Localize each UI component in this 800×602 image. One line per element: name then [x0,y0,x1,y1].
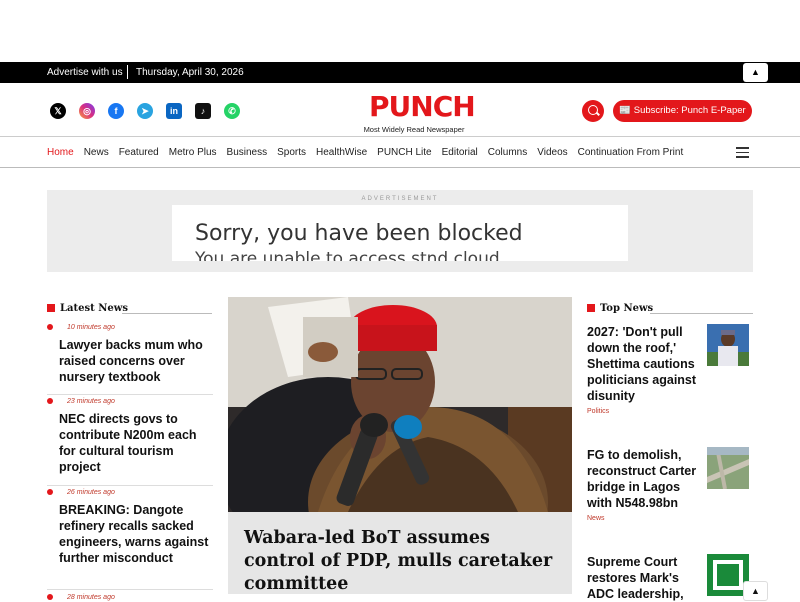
nav-item-columns[interactable]: Columns [488,147,527,158]
ad-frame[interactable]: Sorry, you have been blocked You are una… [172,205,628,261]
featured-story[interactable]: Wabara-led BoT assumes control of PDP, m… [228,297,572,594]
divider [127,65,128,79]
nav-item-punch-lite[interactable]: PUNCH Lite [377,147,431,158]
category-label[interactable]: Politics [587,408,753,415]
nav-item-business[interactable]: Business [227,147,268,158]
headline-link[interactable]: Supreme Court restores Mark's ADC leader… [587,554,697,602]
telegram-icon[interactable]: ➤ [137,103,153,119]
nav-item-news[interactable]: News [84,147,109,158]
ad-blocked-subtitle: You are unable to access stnd.cloud [195,249,500,261]
headline-link[interactable]: BREAKING: Dangote refinery recalls sacke… [59,502,215,566]
nav-item-metro-plus[interactable]: Metro Plus [169,147,217,158]
featured-photo-illustration [228,297,572,512]
nav-item-home[interactable]: Home [47,147,74,158]
nav-item-editorial[interactable]: Editorial [442,147,478,158]
top-news-heading: Top News [587,303,653,314]
nav-item-healthwise[interactable]: HealthWise [316,147,367,158]
nav-list: Home News Featured Metro Plus Business S… [47,147,693,158]
timestamp: 10 minutes ago [67,324,115,331]
ad-label: ADVERTISEMENT [361,196,439,202]
nav-item-continuation[interactable]: Continuation From Print [578,147,684,158]
facebook-icon[interactable]: f [108,103,124,119]
timestamp: 26 minutes ago [67,489,115,496]
social-links: 𝕏 ◎ f ➤ in ♪ ✆ [50,103,240,119]
instagram-icon[interactable]: ◎ [79,103,95,119]
scroll-top-button[interactable]: ▲ [743,581,768,601]
headline-link[interactable]: FG to demolish, reconstruct Carter bridg… [587,447,697,511]
subscribe-button[interactable]: 📰 Subscribe: Punch E-Paper [613,100,752,122]
punch-logo[interactable]: PUNCH [369,91,476,123]
bullet-icon [47,489,53,495]
nav-item-sports[interactable]: Sports [277,147,306,158]
site-tagline: Most Widely Read Newspaper [363,125,465,134]
advertisement: ADVERTISEMENT Sorry, you have been block… [47,190,753,272]
timestamp: 23 minutes ago [67,398,115,405]
headline-link[interactable]: 2027: 'Don't pull down the roof,' Shetti… [587,324,697,404]
thumbnail-image[interactable] [707,446,749,490]
ad-blocked-title: Sorry, you have been blocked [195,221,523,246]
list-item[interactable]: 10 minutes ago Lawyer backs mum who rais… [47,324,213,395]
list-item[interactable]: 26 minutes ago BREAKING: Dangote refiner… [47,489,213,590]
featured-headline[interactable]: Wabara-led BoT assumes control of PDP, m… [244,527,564,596]
advertise-link[interactable]: Advertise with us [47,67,123,78]
headline-link[interactable]: Lawyer backs mum who raised concerns ove… [59,337,215,385]
site-header: 𝕏 ◎ f ➤ in ♪ ✆ PUNCH Most Widely Read Ne… [0,83,800,137]
latest-news-heading: Latest News [47,303,128,314]
search-icon[interactable] [582,100,604,122]
thumbnail-illustration [707,324,749,366]
divider [650,313,753,314]
bullet-icon [47,594,53,600]
menu-icon[interactable] [736,147,749,158]
nav-item-featured[interactable]: Featured [119,147,159,158]
list-item[interactable]: FG to demolish, reconstruct Carter bridg… [587,446,753,522]
current-date: Thursday, April 30, 2026 [136,67,244,78]
whatsapp-icon[interactable]: ✆ [224,103,240,119]
bullet-icon [47,324,53,330]
bullet-icon [47,398,53,404]
headline-link[interactable]: NEC directs govs to contribute N200m eac… [59,411,215,475]
nav-item-videos[interactable]: Videos [537,147,567,158]
thumbnail-illustration [707,446,749,490]
list-item[interactable]: 28 minutes ago [47,594,213,601]
x-icon[interactable]: 𝕏 [50,103,66,119]
divider [122,313,212,314]
category-label[interactable]: News [587,515,753,522]
tiktok-icon[interactable]: ♪ [195,103,211,119]
featured-photo[interactable] [228,297,572,512]
linkedin-icon[interactable]: in [166,103,182,119]
top-bar: Advertise with us Thursday, April 30, 20… [0,62,800,83]
scroll-top-button[interactable]: ▲ [743,63,768,82]
list-item[interactable]: 23 minutes ago NEC directs govs to contr… [47,398,213,486]
list-item[interactable]: 2027: 'Don't pull down the roof,' Shetti… [587,324,753,415]
list-item[interactable]: Supreme Court restores Mark's ADC leader… [587,554,753,602]
thumbnail-image[interactable] [707,324,749,366]
main-nav: Home News Featured Metro Plus Business S… [0,138,800,168]
